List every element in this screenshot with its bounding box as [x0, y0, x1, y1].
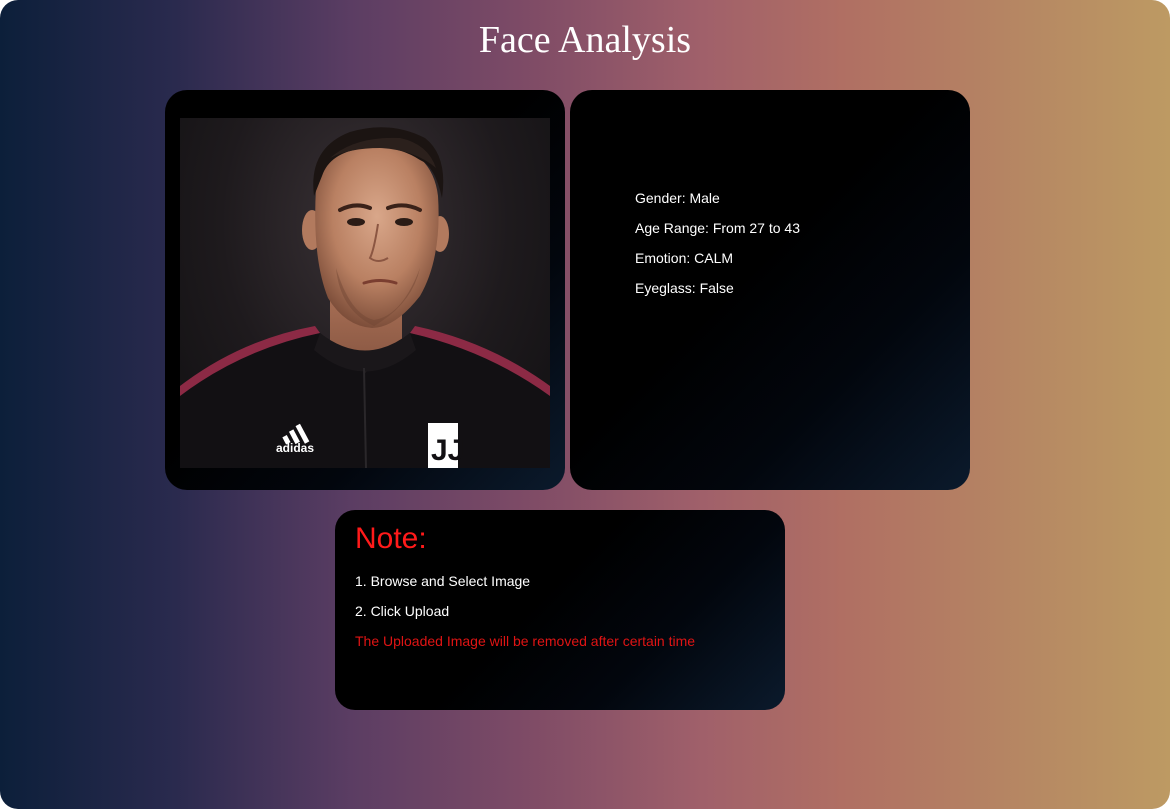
eyeglass-result: Eyeglass: False	[635, 280, 734, 296]
analysis-results-list: Gender: Male Age Range: From 27 to 43 Em…	[635, 188, 800, 308]
page-title: Face Analysis	[478, 19, 692, 61]
note-steps-list: 1. Browse and Select Image 2. Click Uplo…	[355, 571, 530, 631]
page-background: Face Analysis adidas JJ Gender: Male Age…	[0, 0, 1170, 809]
gender-result: Gender: Male	[635, 190, 720, 206]
note-step: 1. Browse and Select Image	[355, 573, 531, 589]
age-range-result: Age Range: From 27 to 43	[635, 220, 800, 236]
uploaded-face-image: adidas JJ	[180, 118, 550, 468]
note-step: 2. Click Upload	[355, 603, 450, 619]
note-card: Note: 1. Browse and Select Image 2. Clic…	[335, 510, 785, 710]
svg-text:JJ: JJ	[431, 434, 464, 467]
note-warning: The Uploaded Image will be removed after…	[355, 633, 696, 649]
analysis-results-card: Gender: Male Age Range: From 27 to 43 Em…	[570, 90, 970, 490]
note-title: Note:	[355, 522, 427, 555]
emotion-result: Emotion: CALM	[635, 250, 734, 266]
photo-card: adidas JJ	[165, 90, 565, 490]
svg-text:adidas: adidas	[276, 441, 314, 455]
